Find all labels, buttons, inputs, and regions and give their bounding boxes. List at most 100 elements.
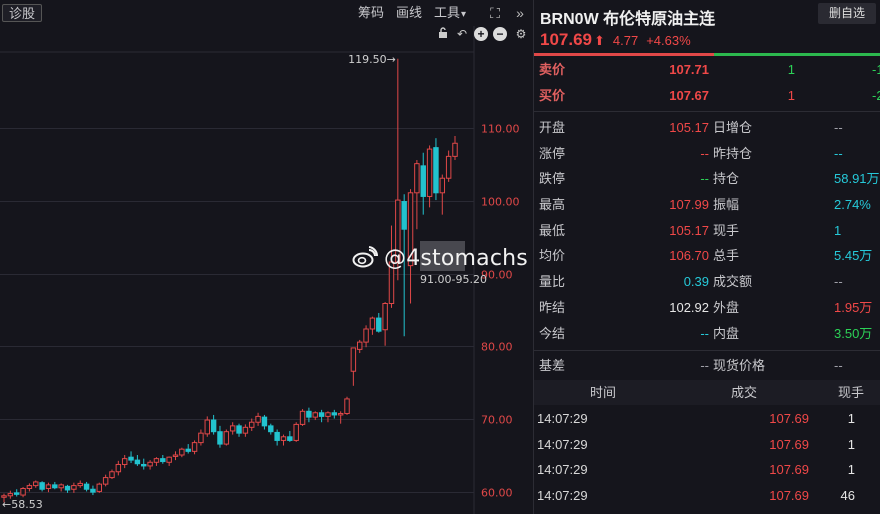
candle xyxy=(287,430,293,442)
bid-price: 107.67 xyxy=(669,88,709,103)
remove-watchlist-button[interactable]: 删自选 xyxy=(818,3,876,24)
candle-body xyxy=(185,448,191,452)
stat-label: 昨结 xyxy=(539,300,566,315)
candle-body xyxy=(134,459,141,465)
tick-volume: 1 xyxy=(847,436,855,452)
stat-label: 振幅 xyxy=(713,197,740,212)
candle-body xyxy=(249,421,255,428)
price-range-label: 91.00-95.20 xyxy=(420,273,487,286)
tick-time: 14:07:29 xyxy=(537,462,588,477)
lock-icon[interactable] xyxy=(436,27,450,41)
candle xyxy=(439,174,446,215)
stat-value: 107.99 xyxy=(669,197,709,212)
stat-label: 涨停 xyxy=(539,146,566,161)
candle-body xyxy=(141,463,147,467)
candle xyxy=(160,455,166,464)
stat-value: 105.17 xyxy=(669,223,709,238)
min-price-label: ←58.53 xyxy=(2,498,43,511)
candle xyxy=(363,325,369,348)
candle xyxy=(26,483,33,492)
max-price-label: 119.50→ xyxy=(348,53,396,66)
candle xyxy=(185,444,191,454)
candle-body xyxy=(217,431,223,445)
y-tick-label: 70.00 xyxy=(481,414,513,427)
candle-body xyxy=(210,419,217,433)
stat-row: 量比 0.39 成交额 -- xyxy=(534,269,880,295)
candle-body xyxy=(39,482,45,490)
basis-value: -- xyxy=(700,358,709,373)
tick-volume: 1 xyxy=(847,462,855,477)
candle xyxy=(452,135,458,161)
candle-body xyxy=(71,485,77,490)
tick-volume: 46 xyxy=(840,487,855,503)
spot-price-label: 现货价格 xyxy=(713,358,766,373)
stat-value: 102.92 xyxy=(669,300,709,315)
candle-body xyxy=(58,484,64,489)
candle-body xyxy=(331,412,338,416)
ticks-header: 时间 成交 现手 xyxy=(534,380,880,405)
candle xyxy=(331,409,338,419)
zoom-in-icon[interactable]: + xyxy=(474,27,488,41)
stat-value: -- xyxy=(700,326,709,341)
stat-value: -- xyxy=(700,171,709,186)
y-tick-label: 80.00 xyxy=(481,341,513,354)
tools-menu-button[interactable]: 工具 xyxy=(434,4,466,22)
undo-icon[interactable]: ↶ xyxy=(455,27,469,41)
tick-row: 14:07:29 107.69 1 xyxy=(534,432,880,458)
price-row: 107.69 ⬆ 4.77 +4.63% xyxy=(540,30,691,50)
stat-row: 今结 -- 内盘 3.50万 xyxy=(534,321,880,347)
kline-chart-panel: 110.00 100.00 90.00 80.00 70.00 60.00 119.50→ ←… xyxy=(0,0,533,514)
candle xyxy=(255,412,261,426)
tick-price: 107.69 xyxy=(769,436,809,452)
candle-body xyxy=(229,425,236,432)
candle xyxy=(71,482,77,493)
chip-button[interactable]: 筹码 xyxy=(358,4,384,22)
bid-change: -2 xyxy=(872,88,880,103)
candle-body xyxy=(433,147,439,194)
ask-price: 107.71 xyxy=(669,62,709,77)
candle-body xyxy=(160,458,166,463)
fullscreen-icon[interactable]: ⛶ xyxy=(487,5,503,21)
candle-body xyxy=(33,481,39,487)
candle-body xyxy=(401,201,407,230)
diagnose-button[interactable]: 诊股 xyxy=(2,4,42,22)
candle-body xyxy=(7,493,14,497)
collapse-right-icon[interactable]: » xyxy=(512,5,528,21)
candle-body xyxy=(369,317,376,330)
stat-label: 今结 xyxy=(539,326,566,341)
stat-value: -- xyxy=(834,274,843,289)
tick-time: 14:07:29 xyxy=(537,411,588,426)
candle-body xyxy=(382,303,388,331)
candle xyxy=(128,451,134,464)
zoom-out-icon[interactable]: − xyxy=(493,27,507,41)
candle xyxy=(191,440,198,455)
y-tick-label: 110.00 xyxy=(481,123,520,136)
stat-row: 昨结 102.92 外盘 1.95万 xyxy=(534,295,880,321)
candle xyxy=(77,480,83,488)
ask-row: 卖价 107.71 1 -1 xyxy=(534,58,880,82)
stat-label: 现手 xyxy=(713,223,740,238)
candle xyxy=(166,456,172,466)
ticks-header-volume: 现手 xyxy=(838,385,865,400)
stat-label: 日增仓 xyxy=(713,120,753,135)
candle xyxy=(210,414,217,435)
candle xyxy=(376,312,382,333)
stat-value: -- xyxy=(834,146,843,161)
price-change: 4.77 xyxy=(612,33,639,48)
candle xyxy=(179,447,185,458)
candle xyxy=(337,411,344,424)
stat-label: 外盘 xyxy=(713,300,740,315)
ask-volume: 1 xyxy=(787,62,795,77)
draw-line-button[interactable]: 画线 xyxy=(396,4,422,22)
candle-body xyxy=(325,412,331,417)
candle xyxy=(268,423,274,435)
candle xyxy=(426,145,433,208)
candle xyxy=(121,455,128,469)
settings-gear-icon[interactable]: ⚙ xyxy=(514,27,528,41)
candle-body xyxy=(236,425,242,434)
tick-row: 14:07:29 107.69 46 xyxy=(534,483,880,509)
candle-body xyxy=(128,456,134,461)
candle-body xyxy=(344,398,350,414)
bid-volume: 1 xyxy=(787,88,795,103)
buy-ratio-fill xyxy=(534,53,714,56)
